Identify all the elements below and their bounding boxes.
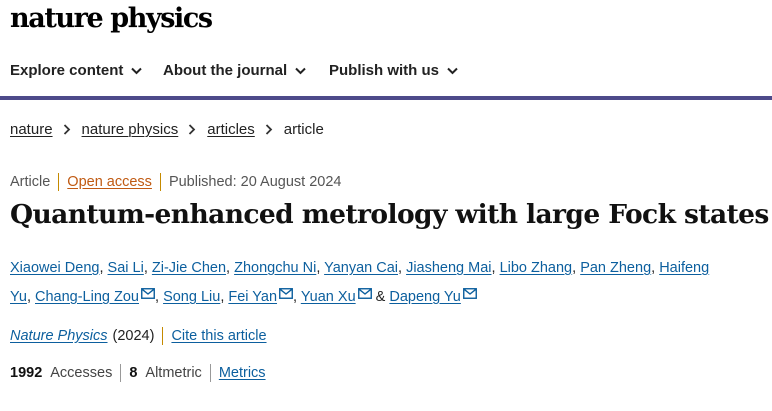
mail-icon[interactable] [462, 288, 477, 299]
breadcrumb-nature-physics[interactable]: nature physics [82, 121, 179, 138]
breadcrumb-current: article [283, 121, 324, 138]
author-link[interactable]: Yanyan Cai [324, 260, 398, 276]
author-link[interactable]: Libo Zhang [500, 260, 573, 276]
chevron-right-icon [189, 124, 196, 135]
mail-icon[interactable] [279, 288, 293, 299]
author-link[interactable]: Fei Yan [228, 289, 277, 305]
breadcrumb-articles[interactable]: articles [207, 121, 255, 138]
author-separator: , [293, 289, 301, 305]
chevron-down-icon [295, 67, 306, 74]
author-separator: , [155, 289, 164, 305]
metrics-divider [209, 364, 211, 382]
cite-this-article-link[interactable]: Cite this article [171, 328, 266, 344]
accesses-label: Accesses [50, 365, 113, 381]
author-separator: , [99, 260, 108, 276]
journal-name: Nature Physics [10, 328, 108, 344]
citation-line: Nature Physics (2024) Cite this article [10, 327, 267, 345]
author-separator: & [371, 289, 390, 305]
accesses-count: 1992 [10, 365, 43, 381]
author-separator: , [143, 260, 152, 276]
chevron-down-icon [131, 67, 143, 74]
chevron-right-icon [63, 124, 70, 135]
altmetric-count: 8 [129, 365, 138, 381]
journal-link[interactable]: Nature Physics [10, 328, 108, 344]
article-title: Quantum-enhanced metrology with large Fo… [10, 199, 769, 230]
citation-divider [162, 327, 164, 345]
author-link[interactable]: Xiaowei Deng [10, 260, 99, 276]
nav-item-label: Publish with us [329, 62, 440, 79]
altmetric-label: Altmetric [145, 365, 202, 381]
author-link[interactable]: Sai Li [108, 260, 144, 276]
metrics-divider [120, 364, 122, 382]
author-link[interactable]: Jiasheng Mai [406, 260, 491, 276]
article-type: Article [10, 174, 51, 190]
author-separator: , [26, 289, 35, 305]
author-separator: , [651, 260, 660, 276]
author-separator: , [398, 260, 407, 276]
mail-icon[interactable] [141, 288, 155, 299]
chevron-down-icon [447, 67, 458, 74]
metrics-link[interactable]: Metrics [219, 365, 266, 381]
chevron-right-icon [265, 124, 273, 135]
breadcrumb: nature nature physics articles article [10, 121, 324, 138]
nav-about-the-journal[interactable]: About the journal [163, 62, 306, 79]
main-nav: Explore content About the journal Publis… [0, 58, 772, 86]
mail-icon[interactable] [357, 288, 372, 299]
author-separator: , [316, 260, 325, 276]
article-meta: Article Open access Published: 20 August… [10, 173, 341, 191]
site-logo[interactable]: nature physics [10, 3, 213, 34]
author-link[interactable]: Zhongchu Ni [234, 260, 316, 276]
author-separator: , [226, 260, 235, 276]
author-link[interactable]: Zi-Jie Chen [152, 260, 226, 276]
meta-divider [159, 173, 161, 191]
nav-divider [0, 96, 772, 100]
breadcrumb-nature[interactable]: nature [10, 121, 53, 138]
nav-item-label: About the journal [163, 62, 288, 79]
open-access-link[interactable]: Open access [67, 174, 152, 190]
author-list: Xiaowei Deng, Sai Li, Zi-Jie Chen, Zhong… [10, 254, 750, 312]
author-link[interactable]: Song Liu [163, 289, 220, 305]
nav-explore-content[interactable]: Explore content [10, 62, 143, 79]
author-link[interactable]: Yuan Xu [301, 289, 356, 305]
nav-publish-with-us[interactable]: Publish with us [329, 62, 458, 79]
nav-item-label: Explore content [10, 62, 124, 79]
meta-divider [58, 173, 60, 191]
author-separator: , [572, 260, 581, 276]
author-link[interactable]: Chang-Ling Zou [35, 289, 139, 305]
author-separator: , [491, 260, 500, 276]
published-date: Published: 20 August 2024 [168, 174, 342, 190]
publication-year: (2024) [112, 328, 155, 344]
article-metrics: 1992 Accesses 8 Altmetric Metrics [10, 364, 266, 382]
author-link[interactable]: Pan Zheng [580, 260, 651, 276]
author-link[interactable]: Dapeng Yu [389, 289, 461, 305]
